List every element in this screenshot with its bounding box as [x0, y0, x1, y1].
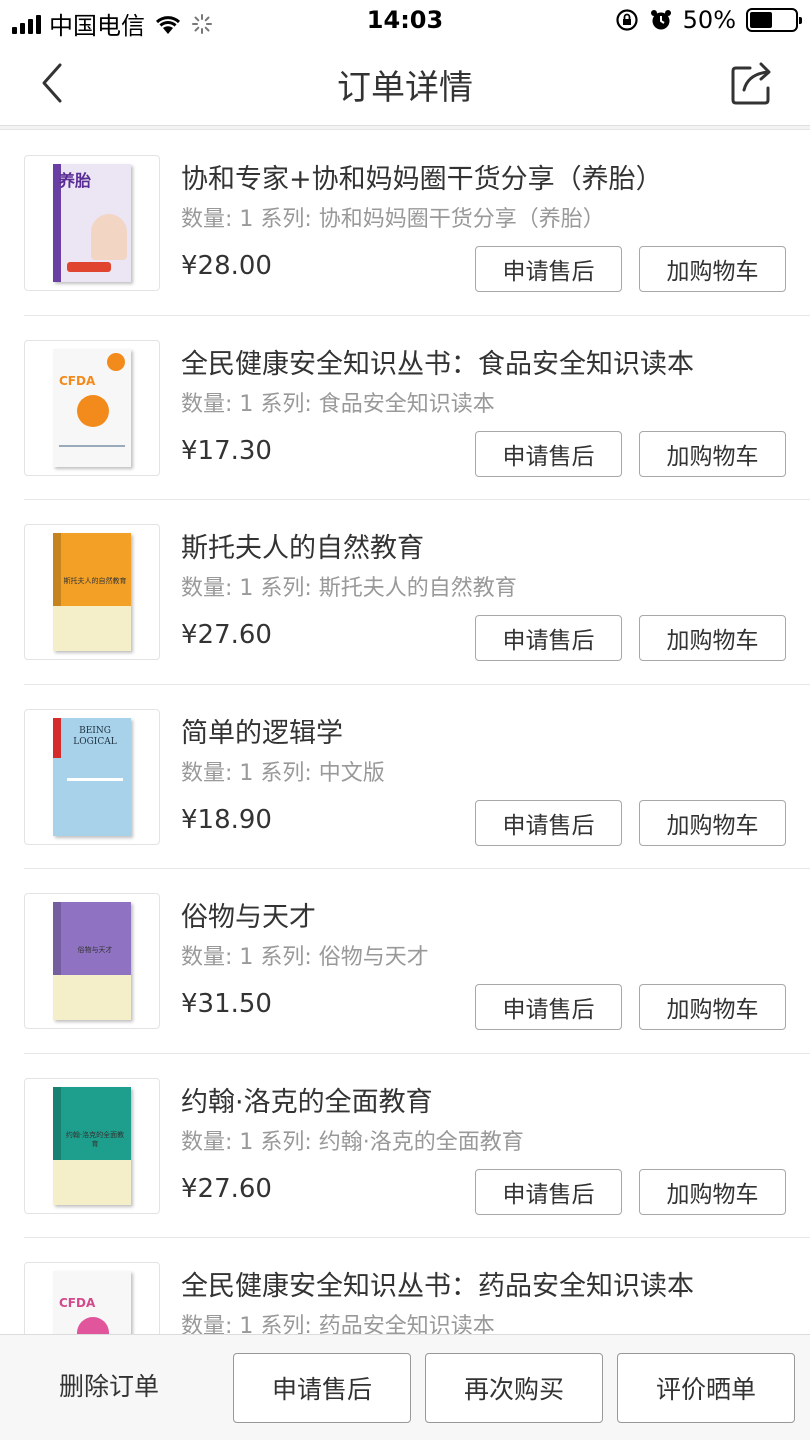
- product-price: ¥31.50: [181, 989, 272, 1019]
- product-price: ¥18.90: [181, 804, 272, 835]
- product-title[interactable]: 俗物与天才: [181, 895, 316, 934]
- after-sale-button[interactable]: 申请售后: [475, 246, 622, 292]
- order-item: BEING LOGICAL 简单的逻辑学 数量: 1 系列: 中文版 ¥18.9…: [0, 685, 810, 869]
- order-item: 养胎 协和专家+协和妈妈圈干货分享（养胎） 数量: 1 系列: 协和妈妈圈干货分…: [0, 131, 810, 316]
- cover-text: 养胎: [59, 171, 92, 190]
- after-sale-button[interactable]: 申请售后: [475, 615, 622, 661]
- order-item: 俗物与天才 俗物与天才 数量: 1 系列: 俗物与天才 ¥31.50 申请售后 …: [0, 869, 810, 1054]
- nav-bar: 订单详情: [0, 40, 810, 126]
- product-thumbnail[interactable]: 斯托夫人的自然教育: [24, 524, 160, 660]
- product-meta: 数量: 1 系列: 约翰·洛克的全面教育: [181, 1129, 524, 1155]
- cover-text: 斯托夫人的自然教育: [63, 577, 127, 585]
- product-thumbnail[interactable]: CFDA: [24, 1262, 160, 1334]
- book-cover: 约翰·洛克的全面教育: [53, 1086, 131, 1205]
- book-cover: CFDA: [53, 348, 131, 467]
- after-sale-button[interactable]: 申请售后: [475, 430, 622, 477]
- product-price: ¥17.30: [181, 435, 272, 466]
- delete-order-button[interactable]: 删除订单: [36, 1367, 182, 1403]
- bottom-action-bar: 删除订单 申请售后 再次购买 评价晒单: [0, 1334, 810, 1440]
- product-price: ¥27.60: [181, 1173, 272, 1204]
- status-right: 50%: [615, 6, 802, 34]
- product-thumbnail[interactable]: 约翰·洛克的全面教育: [24, 1077, 160, 1214]
- book-cover: CFDA: [53, 1271, 131, 1334]
- product-thumbnail[interactable]: BEING LOGICAL: [24, 708, 160, 845]
- product-meta: 数量: 1 系列: 斯托夫人的自然教育: [181, 576, 517, 601]
- alarm-icon: [650, 10, 671, 30]
- product-thumbnail[interactable]: 俗物与天才: [24, 893, 160, 1029]
- battery-fill: [750, 12, 772, 28]
- add-to-cart-button[interactable]: 加购物车: [639, 799, 786, 846]
- share-icon[interactable]: [730, 60, 776, 106]
- product-meta: 数量: 1 系列: 俗物与天才: [181, 945, 429, 970]
- product-title[interactable]: 简单的逻辑学: [181, 711, 343, 750]
- product-meta: 数量: 1 系列: 药品安全知识读本: [181, 1314, 495, 1334]
- cover-text: BEING LOGICAL: [73, 725, 117, 747]
- product-meta: 数量: 1 系列: 食品安全知识读本: [181, 391, 495, 417]
- order-item-list: 养胎 协和专家+协和妈妈圈干货分享（养胎） 数量: 1 系列: 协和妈妈圈干货分…: [0, 131, 810, 1334]
- add-to-cart-button[interactable]: 加购物车: [639, 615, 786, 661]
- product-title[interactable]: 全民健康安全知识丛书：食品安全知识读本: [181, 342, 694, 381]
- page-title: 订单详情: [337, 68, 473, 108]
- after-sale-button[interactable]: 申请售后: [475, 984, 622, 1030]
- after-sale-button[interactable]: 申请售后: [475, 799, 622, 846]
- product-title[interactable]: 约翰·洛克的全面教育: [181, 1080, 433, 1119]
- buy-again-button[interactable]: 再次购买: [425, 1353, 603, 1423]
- product-title[interactable]: 协和专家+协和妈妈圈干货分享（养胎）: [181, 157, 663, 196]
- product-meta: 数量: 1 系列: 中文版: [181, 760, 385, 786]
- book-cover: 养胎: [53, 164, 131, 282]
- after-sale-order-button[interactable]: 申请售后: [233, 1353, 411, 1423]
- battery-icon: [746, 8, 802, 32]
- order-item: CFDA 全民健康安全知识丛书：药品安全知识读本 数量: 1 系列: 药品安全知…: [0, 1238, 810, 1334]
- product-price: ¥27.60: [181, 620, 272, 650]
- review-button[interactable]: 评价晒单: [617, 1353, 795, 1423]
- rotation-lock-icon: [616, 9, 638, 31]
- product-thumbnail[interactable]: 养胎: [24, 155, 160, 291]
- status-bar: 中国电信 14:03 50%: [0, 0, 810, 40]
- product-meta: 数量: 1 系列: 协和妈妈圈干货分享（养胎）: [181, 207, 605, 232]
- book-cover: 俗物与天才: [53, 902, 131, 1020]
- section-divider: [0, 126, 810, 130]
- cover-text: CFDA: [59, 373, 96, 388]
- product-title[interactable]: 全民健康安全知识丛书：药品安全知识读本: [181, 1264, 694, 1303]
- battery-percent: 50%: [682, 6, 736, 34]
- product-thumbnail[interactable]: CFDA: [24, 339, 160, 476]
- add-to-cart-button[interactable]: 加购物车: [639, 430, 786, 477]
- book-cover: BEING LOGICAL: [53, 717, 131, 836]
- product-title[interactable]: 斯托夫人的自然教育: [181, 526, 424, 565]
- order-item: 斯托夫人的自然教育 斯托夫人的自然教育 数量: 1 系列: 斯托夫人的自然教育 …: [0, 500, 810, 685]
- cover-text: 俗物与天才: [77, 946, 113, 954]
- book-cover: 斯托夫人的自然教育: [53, 533, 131, 651]
- cover-text: 约翰·洛克的全面教育: [65, 1130, 125, 1148]
- order-item: CFDA 全民健康安全知识丛书：食品安全知识读本 数量: 1 系列: 食品安全知…: [0, 316, 810, 500]
- after-sale-button[interactable]: 申请售后: [475, 1168, 622, 1215]
- add-to-cart-button[interactable]: 加购物车: [639, 1168, 786, 1215]
- add-to-cart-button[interactable]: 加购物车: [639, 246, 786, 292]
- order-item: 约翰·洛克的全面教育 约翰·洛克的全面教育 数量: 1 系列: 约翰·洛克的全面…: [0, 1054, 810, 1238]
- add-to-cart-button[interactable]: 加购物车: [639, 984, 786, 1030]
- product-price: ¥28.00: [181, 251, 272, 281]
- cover-text: CFDA: [59, 1296, 96, 1310]
